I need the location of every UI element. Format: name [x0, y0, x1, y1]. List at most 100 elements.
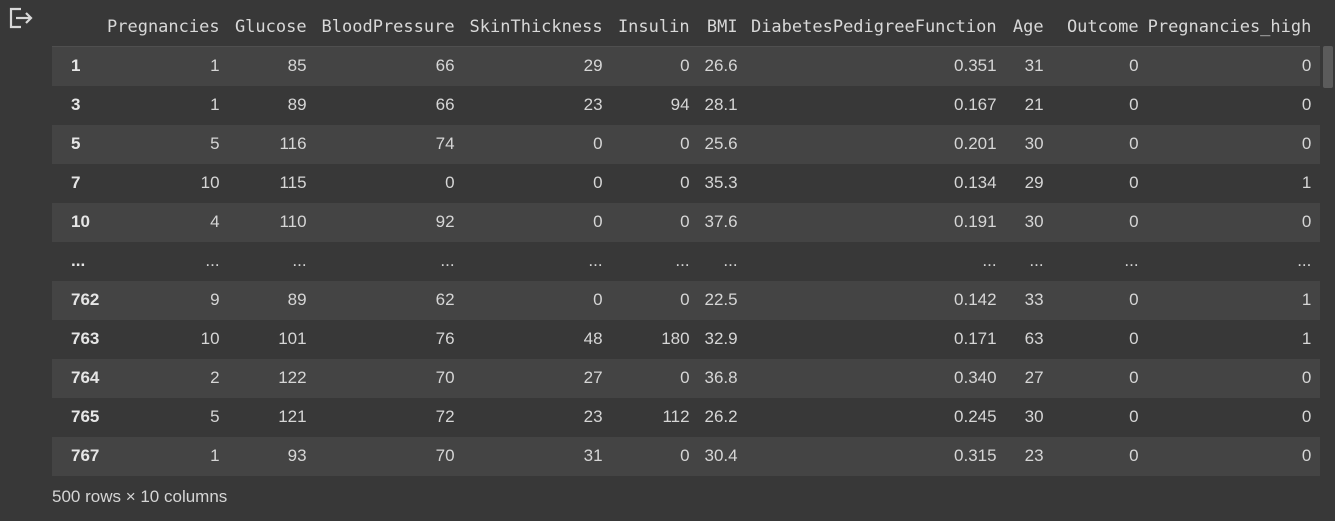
table-cell: 0	[445, 173, 455, 192]
table-cell: 27	[583, 368, 603, 387]
dataframe-table: Pregnancies Glucose BloodPressure SkinThick…	[52, 8, 1321, 476]
table-cell: ...	[1029, 251, 1044, 270]
table-cell: 0.351	[954, 56, 997, 76]
table-cell: 0	[1301, 368, 1312, 387]
table-row: 767 1 93 70 31 0 30.4 0.315 23 0 0	[52, 436, 1321, 476]
column-header: BloodPressure	[315, 8, 464, 47]
table-cell: 94	[670, 95, 690, 114]
table-cell: 0.171	[954, 329, 997, 348]
row-index: 5	[71, 134, 81, 153]
table-row: 10 4 110 92 0 0 37.6 0.191 30 0 0	[52, 202, 1321, 242]
column-header: Insulin	[611, 8, 699, 47]
index-header	[52, 8, 107, 47]
column-header: Pregnancies	[107, 8, 229, 47]
table-cell: 66	[435, 56, 455, 76]
row-index: 1	[71, 56, 81, 76]
table-cell: 30	[1024, 407, 1044, 426]
table-cell: 0	[1129, 407, 1139, 426]
table-cell: 101	[278, 329, 307, 348]
table-cell: 1	[210, 95, 220, 114]
table-cell: 26.2	[704, 407, 738, 426]
row-index: 7	[71, 173, 81, 192]
table-cell: 0.245	[954, 407, 997, 426]
vertical-scrollbar[interactable]	[1323, 46, 1333, 88]
table-row: 765 5 121 72 23 112 26.2 0.245 30 0 0	[52, 397, 1321, 437]
table-cell: 66	[435, 95, 455, 114]
output-exit-icon[interactable]	[7, 6, 35, 30]
table-cell: 0	[1129, 329, 1139, 348]
table-row: .................................	[52, 241, 1321, 281]
table-cell: 29	[583, 56, 603, 76]
table-row: 3 1 89 66 23 94 28.1 0.167 21 0 0	[52, 85, 1321, 125]
row-index: 764	[71, 368, 100, 387]
table-cell: 25.6	[704, 134, 738, 153]
table-cell: 0	[1129, 290, 1139, 309]
table-cell: 1	[210, 446, 220, 465]
table-cell: 48	[583, 329, 603, 348]
table-cell: 33	[1024, 290, 1044, 309]
table-cell: 62	[435, 290, 455, 309]
table-cell: 0	[1301, 95, 1312, 114]
row-index: 762	[71, 290, 100, 309]
row-index: 767	[71, 446, 100, 465]
table-cell: 116	[279, 134, 307, 153]
table-cell: ...	[205, 251, 220, 270]
table-cell: 2	[210, 368, 220, 387]
table-cell: ...	[588, 251, 603, 270]
table-cell: 27	[1024, 368, 1044, 387]
table-cell: ...	[292, 251, 307, 270]
table-row: 5 5 116 74 0 0 25.6 0.201 30 0 0	[52, 124, 1321, 164]
column-header: Outcome	[1052, 8, 1148, 47]
table-cell: 0	[680, 446, 690, 465]
table-cell: 0	[680, 56, 690, 76]
column-header: Pregnancies_high	[1147, 8, 1321, 47]
table-cell: 37.6	[704, 212, 738, 231]
row-index: 763	[71, 329, 100, 348]
table-cell: 0.315	[954, 446, 997, 465]
table-cell: 76	[435, 329, 455, 348]
row-index: ...	[71, 251, 86, 270]
table-cell: ...	[675, 251, 690, 270]
table-cell: 0	[1301, 212, 1312, 231]
column-header: Glucose	[228, 8, 316, 47]
table-cell: 0.340	[954, 368, 997, 387]
table-cell: 0	[680, 212, 690, 231]
table-row: 1 1 85 66 29 0 26.6 0.351 31 0 0	[52, 46, 1321, 86]
table-cell: 28.1	[704, 95, 738, 114]
dataframe-shape-info: 500 rows × 10 columns	[52, 487, 228, 506]
table-cell: 89	[287, 95, 307, 114]
table-cell: 1	[1301, 290, 1312, 309]
column-header: DiabetesPedigreeFunction	[746, 8, 1006, 47]
table-cell: 0	[680, 368, 690, 387]
table-cell: 0.167	[954, 95, 997, 114]
column-header: Age	[1005, 8, 1053, 47]
table-cell: 0	[1301, 134, 1312, 153]
table-cell: 0	[1129, 173, 1139, 192]
table-cell: 0	[1301, 56, 1312, 76]
table-cell: 121	[278, 407, 307, 426]
table-cell: 0	[1129, 134, 1139, 153]
table-body: 1 1 85 66 29 0 26.6 0.351 31 0 0 3 1 89 66 23 94 28.1 0.16…	[52, 46, 1321, 476]
table-cell: 0	[593, 212, 603, 231]
table-cell: 0	[593, 134, 603, 153]
table-cell: 21	[1024, 95, 1044, 114]
row-index: 765	[71, 407, 100, 426]
table-row: 763 10 101 76 48 180 32.9 0.171 63 0 1	[52, 319, 1321, 359]
table-cell: 31	[1024, 56, 1044, 76]
table-cell: ...	[1297, 251, 1312, 270]
table-cell: 93	[287, 446, 307, 465]
table-cell: 23	[583, 407, 603, 426]
table-cell: 0	[680, 134, 690, 153]
table-cell: 115	[279, 173, 307, 192]
table-cell: 74	[435, 134, 455, 153]
table-row: 762 9 89 62 0 0 22.5 0.142 33 0 1	[52, 280, 1321, 320]
table-cell: ...	[982, 251, 997, 270]
table-cell: 36.8	[704, 368, 738, 387]
table-cell: 23	[1024, 446, 1044, 465]
table-cell: 0.142	[954, 290, 997, 309]
table-cell: 0	[1129, 56, 1139, 76]
table-cell: 0	[593, 173, 603, 192]
table-cell: 0.134	[954, 173, 997, 192]
table-cell: 35.3	[704, 173, 738, 192]
table-cell: 30	[1024, 134, 1044, 153]
